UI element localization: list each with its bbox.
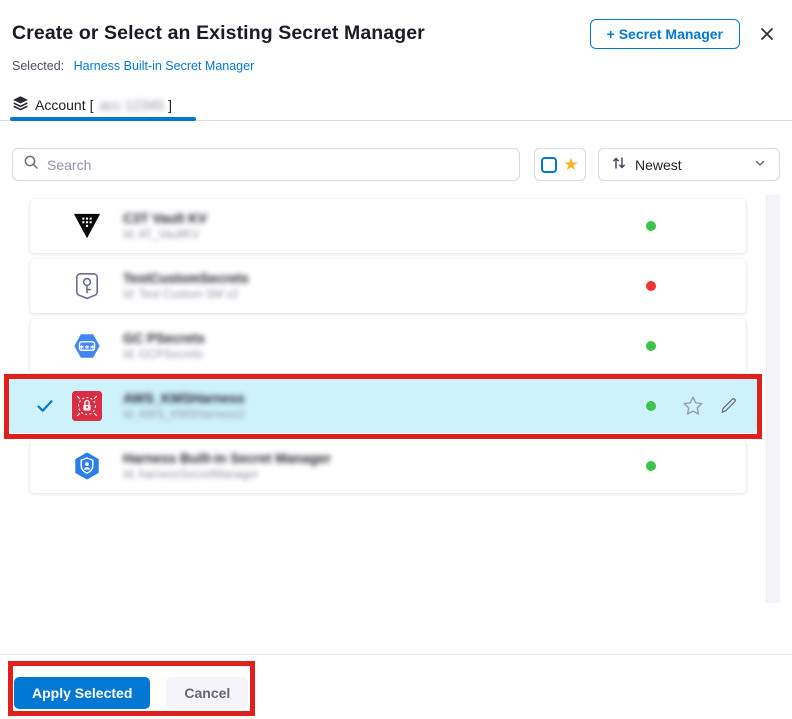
secret-manager-id: Id: GCPSecrets [123, 349, 205, 361]
footer-actions: Apply Selected Cancel [14, 677, 248, 709]
edit-pencil-icon[interactable] [718, 396, 738, 416]
cancel-button[interactable]: Cancel [166, 677, 248, 709]
gcp-icon: *** [72, 331, 102, 361]
row-text: Harness Built-in Secret Manager Id: harn… [123, 451, 331, 481]
tab-account[interactable]: Account [ acc 12345 ] [12, 95, 172, 115]
tab-scope-open: [ [90, 97, 94, 113]
search-input[interactable] [47, 157, 509, 173]
svg-text:***: *** [79, 344, 95, 354]
secret-manager-row[interactable]: C3T Vault KV Id: AT_VaultKV [30, 199, 746, 253]
favorites-filter[interactable]: ★ [534, 148, 586, 181]
tab-scope-blurred-text: acc 12345 [99, 97, 164, 113]
secret-manager-list: C3T Vault KV Id: AT_VaultKV TestCustomSe… [0, 195, 792, 607]
secret-manager-name: Harness Built-in Secret Manager [123, 451, 331, 466]
layers-icon [12, 95, 29, 115]
favorites-checkbox[interactable] [541, 157, 557, 173]
secret-manager-id: Id: AT_VaultKV [123, 229, 207, 241]
scrollbar-track[interactable] [766, 195, 780, 603]
secret-manager-name: C3T Vault KV [123, 211, 207, 226]
tab-account-label: Account [35, 97, 86, 113]
search-icon [23, 154, 39, 175]
chevron-down-icon [753, 156, 767, 173]
awskms-icon [72, 391, 102, 421]
sort-dropdown[interactable]: Newest [598, 148, 780, 181]
selected-check-icon [35, 396, 55, 416]
secret-manager-id: Id: Test Custom SM v2 [123, 289, 249, 301]
selected-secret-manager-line: Selected: Harness Built-in Secret Manage… [12, 59, 254, 73]
favorite-star-outline-icon[interactable] [681, 394, 705, 418]
sort-updown-icon [611, 155, 627, 174]
secret-manager-id: Id: AWS_KMSHarness2 [123, 409, 245, 421]
secret-manager-name: GC PSecrets [123, 331, 205, 346]
footer-divider [0, 654, 792, 655]
secret-manager-row[interactable]: *** GC PSecrets Id: GCPSecrets [30, 319, 746, 373]
secret-manager-name: AWS_KMSHarness [123, 391, 245, 406]
close-icon[interactable] [758, 25, 776, 43]
sort-selected-option: Newest [635, 157, 745, 173]
secret-manager-row[interactable]: TestCustomSecrets Id: Test Custom SM v2 [30, 259, 746, 313]
row-text: TestCustomSecrets Id: Test Custom SM v2 [123, 271, 249, 301]
status-dot-red [646, 281, 656, 291]
row-text: GC PSecrets Id: GCPSecrets [123, 331, 205, 361]
row-text: C3T Vault KV Id: AT_VaultKV [123, 211, 207, 241]
custom-icon [72, 271, 102, 301]
tab-scope-close: ] [168, 97, 172, 113]
page-title: Create or Select an Existing Secret Mana… [12, 22, 425, 45]
secret-manager-row[interactable]: AWS_KMSHarness Id: AWS_KMSHarness2 [9, 379, 757, 433]
secret-manager-name: TestCustomSecrets [123, 271, 249, 286]
apply-selected-button[interactable]: Apply Selected [14, 677, 150, 709]
secret-manager-id: Id: harnessSecretManager [123, 469, 331, 481]
active-tab-underline [10, 117, 196, 121]
selected-secret-manager-link[interactable]: Harness Built-in Secret Manager [74, 59, 255, 73]
secret-manager-row[interactable]: Harness Built-in Secret Manager Id: harn… [30, 439, 746, 493]
status-dot-green [646, 461, 656, 471]
favorite-star-icon: ★ [563, 156, 578, 173]
status-dot-green [646, 341, 656, 351]
status-dot-green [646, 221, 656, 231]
search-box [12, 148, 520, 181]
harness-icon [72, 451, 102, 481]
selected-label: Selected: [12, 59, 64, 73]
add-secret-manager-button[interactable]: + Secret Manager [590, 19, 740, 49]
row-text: AWS_KMSHarness Id: AWS_KMSHarness2 [123, 391, 245, 421]
vault-icon [72, 211, 102, 241]
status-dot-green [646, 401, 656, 411]
